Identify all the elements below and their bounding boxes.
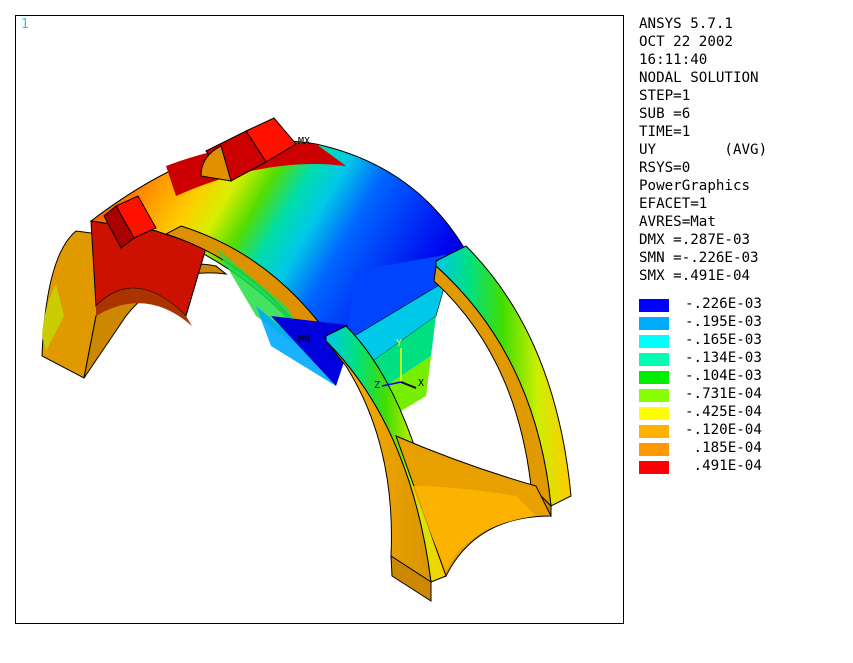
info-line: 16:11:40 bbox=[639, 52, 708, 68]
legend-swatch bbox=[639, 425, 669, 438]
legend-swatch bbox=[639, 461, 669, 474]
info-line: OCT 22 2002 bbox=[639, 34, 733, 50]
info-line: SUB =6 bbox=[639, 106, 691, 122]
info-line: NODAL SOLUTION bbox=[639, 70, 759, 86]
legend-value: .185E-04 bbox=[685, 440, 762, 456]
axis-z-label: Z bbox=[374, 380, 380, 391]
info-line: EFACET=1 bbox=[639, 196, 708, 212]
solution-info-panel: ANSYS 5.7.1 OCT 22 2002 16:11:40 NODAL SOLU… bbox=[639, 15, 849, 285]
info-line: AVRES=Mat bbox=[639, 214, 716, 230]
legend-value: -.134E-03 bbox=[685, 350, 762, 366]
legend-value: .491E-04 bbox=[685, 458, 762, 474]
legend-value: -.104E-03 bbox=[685, 368, 762, 384]
axis-y-label: Y bbox=[396, 338, 402, 349]
info-line: STEP=1 bbox=[639, 88, 691, 104]
graphics-viewport[interactable]: 1 MX MN Y X Z bbox=[15, 15, 624, 624]
legend-value: -.120E-04 bbox=[685, 422, 762, 438]
legend-swatch bbox=[639, 299, 669, 312]
axis-x-label: X bbox=[418, 378, 424, 389]
legend-value: -.226E-03 bbox=[685, 296, 762, 312]
legend-value: -.731E-04 bbox=[685, 386, 762, 402]
legend-swatch bbox=[639, 335, 669, 348]
legend-row: .491E-04 bbox=[639, 458, 849, 479]
legend-value: -.165E-03 bbox=[685, 332, 762, 348]
info-line: SMX =.491E-04 bbox=[639, 268, 751, 284]
fea-model-plot: MX MN Y X Z bbox=[41, 117, 572, 602]
legend-swatch bbox=[639, 389, 669, 402]
legend-swatch bbox=[639, 371, 669, 384]
legend-value: -.425E-04 bbox=[685, 404, 762, 420]
legend-swatch bbox=[639, 317, 669, 330]
info-line: RSYS=0 bbox=[639, 160, 691, 176]
info-line: UY (AVG) bbox=[639, 142, 768, 158]
legend-swatch bbox=[639, 407, 669, 420]
info-line: TIME=1 bbox=[639, 124, 691, 140]
legend-value: -.195E-03 bbox=[685, 314, 762, 330]
info-line: DMX =.287E-03 bbox=[639, 232, 751, 248]
info-line: SMN =-.226E-03 bbox=[639, 250, 759, 266]
max-marker: MX bbox=[298, 136, 310, 147]
min-marker: MN bbox=[298, 334, 310, 345]
legend-swatch bbox=[639, 443, 669, 456]
info-line: ANSYS 5.7.1 bbox=[639, 16, 733, 32]
contour-legend: -.226E-03 -.195E-03 -.165E-03 -.134E-03 -.10… bbox=[639, 296, 849, 479]
legend-swatch bbox=[639, 353, 669, 366]
info-line: PowerGraphics bbox=[639, 178, 751, 194]
